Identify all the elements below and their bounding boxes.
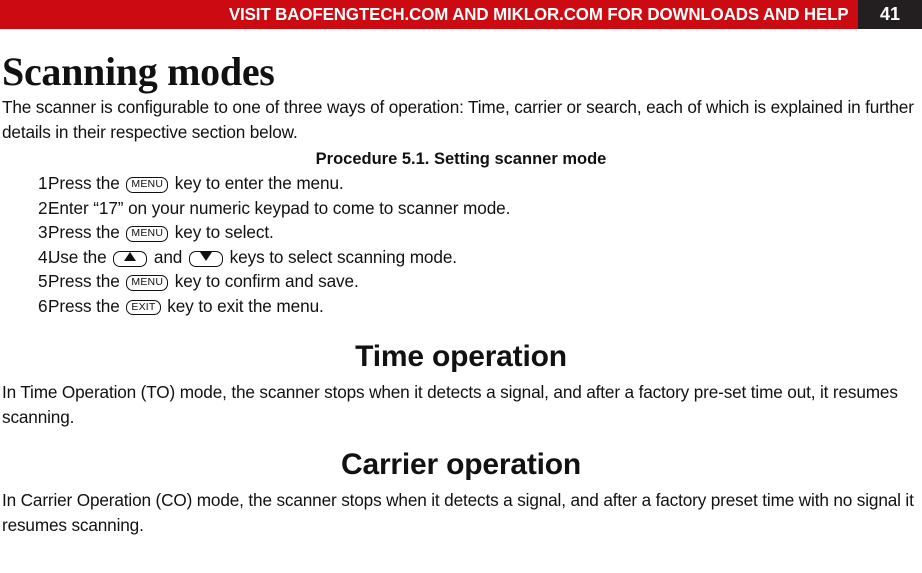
step-text-after: keys to select scanning mode. (224, 246, 457, 267)
menu-key-icon: MENU (126, 275, 169, 291)
step-text: Press the MENU key to select. (48, 220, 920, 245)
step-text: Press the EXIT key to exit the menu. (48, 294, 920, 319)
procedure-caption: Procedure 5.1. Setting scanner mode (315, 150, 607, 168)
step-text: Enter “17” on your numeric keypad to com… (48, 197, 511, 218)
page-number-badge: 41 (858, 0, 922, 29)
step-text-after: key to select. (170, 222, 274, 242)
step-text-after: key to exit the menu. (162, 295, 324, 316)
menu-key-icon: MENU (126, 226, 169, 242)
list-item: 6. Press the EXIT key to exit the menu. (2, 294, 920, 319)
step-text-after: key to confirm and save. (170, 271, 359, 291)
step-text-before: Press the (48, 173, 125, 193)
chapter-intro-paragraph: The scanner is configurable to one of th… (2, 97, 914, 142)
list-item: 2. Enter “17” on your numeric keypad to … (2, 196, 920, 221)
list-item: 1. Press the MENU key to enter the menu. (2, 171, 920, 196)
step-text-before: Press the (48, 271, 125, 291)
step-number: 1. (38, 173, 53, 193)
section-body-time-operation: In Time Operation (TO) mode, the scanner… (2, 382, 898, 427)
triangle-down-icon (199, 251, 212, 261)
arrow-up-key-icon (113, 250, 148, 267)
step-number: 5. (38, 271, 53, 291)
list-item: 5. Press the MENU key to confirm and sav… (2, 269, 920, 294)
procedure-step-list: 1. Press the MENU key to enter the menu.… (2, 171, 920, 318)
step-number: 2. (38, 197, 53, 218)
triangle-up-icon (124, 251, 137, 261)
step-text-before: Press the (48, 295, 125, 316)
running-header-text: VISIT BAOFENGTECH.COM AND MIKLOR.COM FOR… (228, 4, 849, 24)
list-item: 4. Use the and keys to select scanning m… (2, 245, 920, 270)
section-heading-time-operation: Time operation (355, 340, 567, 373)
page-content: Scanning modes The scanner is configurab… (0, 51, 922, 538)
step-text-middle: and (149, 246, 187, 267)
step-text: Press the MENU key to confirm and save. (48, 269, 920, 294)
exit-key-icon: EXIT (126, 299, 161, 315)
step-number: 3. (38, 222, 53, 242)
page-title: Scanning modes (2, 49, 275, 94)
step-number: 4. (38, 246, 53, 267)
list-item: 3. Press the MENU key to select. (2, 220, 920, 245)
section-heading-carrier-operation: Carrier operation (341, 448, 581, 481)
arrow-down-key-icon (188, 250, 223, 267)
step-text: Press the MENU key to enter the menu. (48, 171, 920, 196)
running-header-bar: VISIT BAOFENGTECH.COM AND MIKLOR.COM FOR… (0, 0, 922, 29)
step-text: Use the and keys to select scanning mode… (48, 245, 920, 270)
step-text-before: Press the (48, 222, 125, 242)
menu-key-icon: MENU (126, 177, 169, 193)
section-body-carrier-operation: In Carrier Operation (CO) mode, the scan… (2, 490, 914, 535)
step-text-after: key to enter the menu. (170, 173, 344, 193)
step-text-before: Use the (48, 246, 112, 267)
step-number: 6. (38, 295, 53, 316)
